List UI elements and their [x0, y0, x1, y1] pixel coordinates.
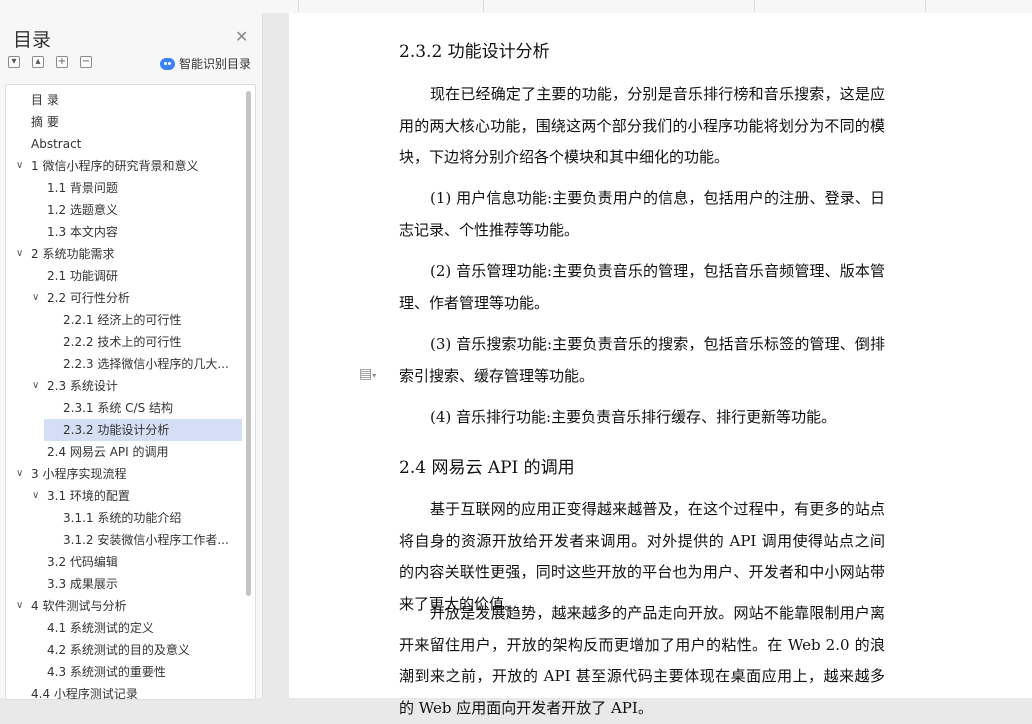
- toc-item[interactable]: 2.3.1 系统 C/S 结构: [6, 397, 242, 419]
- toc-item-label: 4.3 系统测试的重要性: [47, 665, 166, 679]
- document-area: ▤▾ 2.3.2 功能设计分析 现在已经确定了主要的功能，分别是音乐排行榜和音乐…: [263, 13, 1032, 717]
- toc-item[interactable]: 2.2.1 经济上的可行性: [6, 309, 242, 331]
- add-level-icon[interactable]: +: [56, 56, 68, 68]
- toc-item[interactable]: ∨ 3 小程序实现流程: [6, 463, 242, 485]
- toc-item[interactable]: 1.1 背景问题: [6, 177, 242, 199]
- toc-title: 目录: [13, 29, 52, 51]
- toc-item[interactable]: ∨ 2 系统功能需求: [6, 243, 242, 265]
- toc-item[interactable]: ∨ 3.1 环境的配置: [6, 485, 242, 507]
- toc-item[interactable]: 3.1.2 安装微信小程序工作者...: [6, 529, 242, 551]
- toc-item-label: 4 软件测试与分析: [31, 599, 127, 613]
- toc-item[interactable]: 3.2 代码编辑: [6, 551, 242, 573]
- toc-item-label: 2.3.2 功能设计分析: [63, 423, 170, 437]
- remove-level-icon[interactable]: −: [80, 56, 92, 68]
- document-icon[interactable]: ▤▾: [359, 366, 376, 382]
- toc-item-label: 1.3 本文内容: [47, 225, 118, 239]
- chevron-down-icon[interactable]: ∨: [16, 243, 23, 265]
- toc-item-label: 2.1 功能调研: [47, 269, 118, 283]
- toc-item-label: 1.1 背景问题: [47, 181, 118, 195]
- toc-item-active[interactable]: 2.3.2 功能设计分析: [44, 419, 242, 441]
- toc-item-label: 3.3 成果展示: [47, 577, 118, 591]
- toc-item-label: 3.1.2 安装微信小程序工作者...: [63, 533, 229, 547]
- toc-item-label: 目 录: [31, 93, 59, 107]
- toc-item[interactable]: ∨ 4 软件测试与分析: [6, 595, 242, 617]
- close-icon[interactable]: ✕: [235, 27, 248, 46]
- toc-item[interactable]: 4.1 系统测试的定义: [6, 617, 242, 639]
- paragraph: (1) 用户信息功能:主要负责用户的信息，包括用户的注册、登录、日志记录、个性推…: [399, 189, 885, 239]
- toc-item-label: 摘 要: [31, 115, 59, 129]
- paragraph: 现在已经确定了主要的功能，分别是音乐排行榜和音乐搜索，这是应用的两大核心功能，围…: [399, 85, 885, 166]
- toc-item[interactable]: 3.3 成果展示: [6, 573, 242, 595]
- toc-item-label: 3.2 代码编辑: [47, 555, 118, 569]
- toc-item[interactable]: 2.2.2 技术上的可行性: [6, 331, 242, 353]
- paragraph: (3) 音乐搜索功能:主要负责音乐的搜索，包括音乐标签的管理、倒排索引搜索、缓存…: [399, 335, 885, 385]
- ai-icon: [160, 57, 175, 70]
- toc-item-label: 2.4 网易云 API 的调用: [47, 445, 169, 459]
- toc-item-label: 3 小程序实现流程: [31, 467, 127, 481]
- toc-item[interactable]: ∨ 2.3 系统设计: [6, 375, 242, 397]
- toc-item[interactable]: 4.4 小程序测试记录: [6, 683, 242, 700]
- toc-item-label: 3.1 环境的配置: [47, 489, 130, 503]
- chevron-down-icon[interactable]: ∨: [16, 463, 23, 485]
- toc-item[interactable]: 2.2.3 选择微信小程序的几大...: [6, 353, 242, 375]
- smart-recognize-label: 智能识别目录: [179, 57, 252, 71]
- toc-item-label: 1.2 选题意义: [47, 203, 118, 217]
- toc-item[interactable]: Abstract: [6, 133, 242, 155]
- toc-item-label: 4.2 系统测试的目的及意义: [47, 643, 190, 657]
- heading-2-4: 2.4 网易云 API 的调用: [399, 458, 575, 478]
- toc-item[interactable]: 4.3 系统测试的重要性: [6, 661, 242, 683]
- toc-item[interactable]: 3.1.1 系统的功能介绍: [6, 507, 242, 529]
- toc-item-label: 2.3.1 系统 C/S 结构: [63, 401, 174, 415]
- toc-item[interactable]: 摘 要: [6, 111, 242, 133]
- toc-sidebar: 目录 ✕ ▾ ▴ + − 智能识别目录 目 录 摘 要 Abstract ∨ 1 …: [0, 13, 263, 700]
- toc-item[interactable]: 1.2 选题意义: [6, 199, 242, 221]
- toc-item-label: 2.2 可行性分析: [47, 291, 130, 305]
- toolbar-divider: [925, 0, 926, 12]
- toc-item[interactable]: 2.1 功能调研: [6, 265, 242, 287]
- document-page: ▤▾ 2.3.2 功能设计分析 现在已经确定了主要的功能，分别是音乐排行榜和音乐…: [289, 13, 1032, 717]
- toc-item[interactable]: ∨ 2.2 可行性分析: [6, 287, 242, 309]
- toc-item-label: 2.2.2 技术上的可行性: [63, 335, 182, 349]
- chevron-down-icon[interactable]: ∨: [32, 287, 39, 309]
- toc-item[interactable]: 1.3 本文内容: [6, 221, 242, 243]
- toc-item-label: 1 微信小程序的研究背景和意义: [31, 159, 199, 173]
- toc-item[interactable]: ∨ 1 微信小程序的研究背景和意义: [6, 155, 242, 177]
- chevron-down-icon[interactable]: ∨: [16, 155, 23, 177]
- heading-2-3-2: 2.3.2 功能设计分析: [399, 42, 550, 62]
- toc-item[interactable]: 目 录: [6, 89, 242, 111]
- toc-item-label: 2.2.3 选择微信小程序的几大...: [63, 357, 229, 371]
- toolbar-divider: [754, 0, 755, 12]
- toc-item-label: 3.1.1 系统的功能介绍: [63, 511, 182, 525]
- toc-item-label: Abstract: [31, 137, 82, 151]
- paragraph: (4) 音乐排行功能:主要负责音乐排行缓存、排行更新等功能。: [430, 408, 837, 426]
- chevron-down-icon[interactable]: ∨: [16, 595, 23, 617]
- toc-item-label: 2.3 系统设计: [47, 379, 118, 393]
- toc-list: 目 录 摘 要 Abstract ∨ 1 微信小程序的研究背景和意义 1.1 背景…: [5, 84, 256, 700]
- toc-item[interactable]: 4.2 系统测试的目的及意义: [6, 639, 242, 661]
- toc-item-label: 4.4 小程序测试记录: [31, 687, 138, 700]
- chevron-down-icon[interactable]: ∨: [32, 375, 39, 397]
- toc-item-label: 2 系统功能需求: [31, 247, 115, 261]
- toc-scrollbar[interactable]: [246, 91, 251, 596]
- toolbar-divider: [483, 0, 484, 12]
- top-toolbar-strip: [0, 0, 1032, 14]
- collapse-all-icon[interactable]: ▴: [32, 56, 44, 68]
- smart-recognize-toc-button[interactable]: 智能识别目录: [160, 55, 251, 72]
- toc-item[interactable]: 2.4 网易云 API 的调用: [6, 441, 242, 463]
- toc-item-label: 4.1 系统测试的定义: [47, 621, 154, 635]
- toolbar-divider: [298, 0, 299, 12]
- paragraph: 开放是发展趋势，越来越多的产品走向开放。网站不能靠限制用户离开来留住用户，开放的…: [399, 604, 885, 717]
- toc-item-label: 2.2.1 经济上的可行性: [63, 313, 182, 327]
- expand-all-icon[interactable]: ▾: [8, 56, 20, 68]
- paragraph: (2) 音乐管理功能:主要负责音乐的管理，包括音乐音频管理、版本管理、作者管理等…: [399, 262, 885, 312]
- chevron-down-icon[interactable]: ∨: [32, 485, 39, 507]
